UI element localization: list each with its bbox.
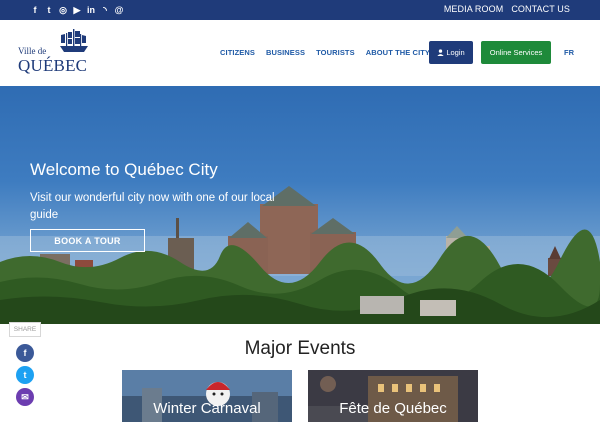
language-toggle[interactable]: FR <box>564 48 574 57</box>
media-room-link[interactable]: MEDIA ROOM <box>444 4 504 14</box>
online-services-button[interactable]: Online Services <box>481 41 551 64</box>
user-icon <box>437 49 444 56</box>
twitter-share-icon[interactable]: t <box>16 366 34 384</box>
share-label: SHARE <box>9 322 41 337</box>
top-bar: f t ◎ ▶ in ◝ @ MEDIA ROOM CONTACT US <box>0 0 600 20</box>
event-card-title: Winter Carnaval <box>153 400 261 417</box>
login-label: Login <box>446 48 465 57</box>
contact-us-link[interactable]: CONTACT US <box>511 4 570 14</box>
email-icon[interactable]: @ <box>114 4 124 16</box>
email-share-icon[interactable]: ✉ <box>16 388 34 406</box>
main-nav: CITIZENS BUSINESS TOURISTS ABOUT THE CIT… <box>220 48 430 57</box>
nav-business[interactable]: BUSINESS <box>266 48 305 57</box>
hero-banner: Welcome to Québec City Visit our wonderf… <box>0 86 600 324</box>
instagram-icon[interactable]: ◎ <box>58 4 68 16</box>
linkedin-icon[interactable]: in <box>86 4 96 16</box>
hero-title: Welcome to Québec City <box>30 160 218 179</box>
twitter-icon[interactable]: t <box>44 4 54 16</box>
logo-text-quebec: QUÉBEC <box>18 56 88 75</box>
book-tour-button[interactable]: BOOK A TOUR <box>30 229 145 252</box>
nav-about-the-city[interactable]: ABOUT THE CITY <box>366 48 430 57</box>
site-header: Ville de QUÉBEC CITIZENS BUSINESS TOURIS… <box>0 20 600 86</box>
logo-text-ville: Ville de <box>18 46 47 56</box>
social-links: f t ◎ ▶ in ◝ @ <box>30 4 124 16</box>
hero-subtitle: Visit our wonderful city now with one of… <box>30 192 275 221</box>
login-button[interactable]: Login <box>429 41 473 64</box>
youtube-icon[interactable]: ▶ <box>72 4 82 16</box>
city-logo[interactable]: Ville de QUÉBEC <box>18 26 98 78</box>
event-card-winter-carnaval[interactable]: Winter Carnaval <box>122 370 292 422</box>
nav-tourists[interactable]: TOURISTS <box>316 48 355 57</box>
event-card-title: Fête de Québec <box>339 400 447 417</box>
nav-citizens[interactable]: CITIZENS <box>220 48 255 57</box>
major-events-heading: Major Events <box>244 338 356 359</box>
event-card-fete-de-quebec[interactable]: Fête de Québec <box>308 370 478 422</box>
ship-logo-icon <box>60 29 88 52</box>
facebook-icon[interactable]: f <box>30 4 40 16</box>
rss-icon[interactable]: ◝ <box>100 4 110 16</box>
